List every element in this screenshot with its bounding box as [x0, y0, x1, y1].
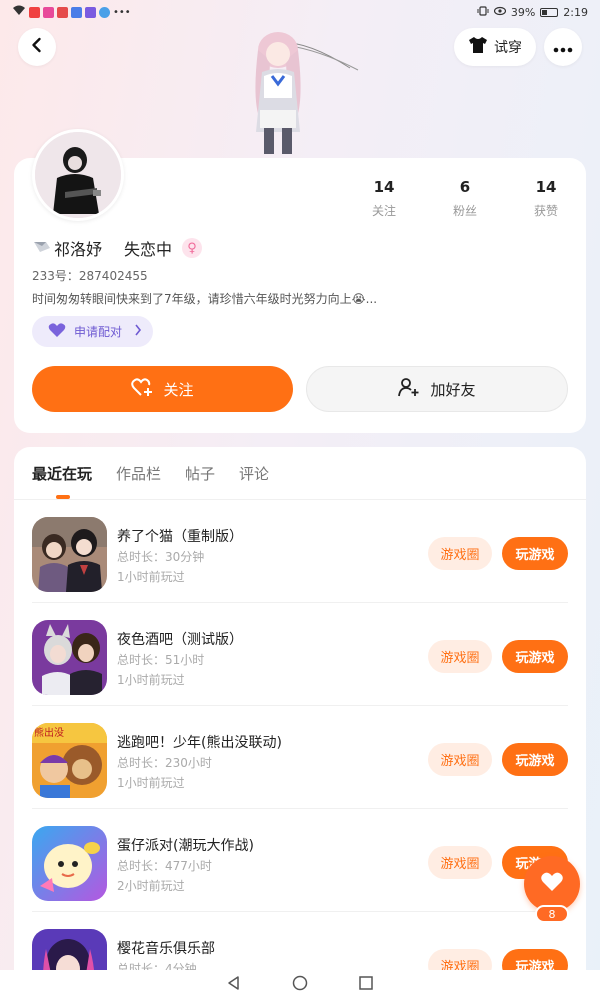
- app-notification-icon: [43, 6, 54, 18]
- tshirt-icon: [468, 36, 488, 58]
- profile-tabs: 最近在玩 作品栏 帖子 评论: [32, 463, 269, 484]
- tab-posts[interactable]: 帖子: [185, 463, 215, 484]
- vibrate-icon: [477, 5, 489, 19]
- user-id: 233号：287402455: [32, 269, 148, 283]
- game-icon[interactable]: [32, 517, 107, 592]
- level-badge-icon: [32, 238, 52, 258]
- tab-works[interactable]: 作品栏: [116, 463, 161, 484]
- game-duration: 总时长：51小时: [117, 653, 205, 667]
- game-last-played: 1小时前玩过: [117, 570, 185, 584]
- avatar[interactable]: [32, 129, 124, 221]
- game-duration: 总时长：30分钟: [117, 550, 205, 564]
- stat-label: 粉丝: [452, 204, 477, 218]
- games-card: 最近在玩 作品栏 帖子 评论 养了个猫（重制版） 总时长：30分钟 1小时前玩过…: [14, 447, 586, 1000]
- status-right: 39% 2:19: [477, 6, 588, 19]
- game-duration: 总时长：230小时: [117, 756, 212, 770]
- game-row[interactable]: 熊出没 逃跑吧！少年(熊出没联动) 总时长：230小时 1小时前玩过 游戏圈 玩…: [32, 706, 568, 809]
- play-game-button[interactable]: 玩游戏: [502, 537, 568, 570]
- game-last-played: 2小时前玩过: [117, 879, 185, 893]
- follow-label: 关注: [163, 380, 194, 399]
- add-friend-label: 加好友: [430, 380, 476, 399]
- chevron-right-icon: [134, 324, 142, 339]
- pair-request-button[interactable]: 申请配对: [32, 316, 153, 347]
- game-circle-button[interactable]: 游戏圈: [428, 537, 492, 570]
- game-row[interactable]: 蛋仔派对(潮玩大作战) 总时长：477小时 2小时前玩过 游戏圈 玩游戏: [32, 809, 568, 912]
- game-row[interactable]: 养了个猫（重制版） 总时长：30分钟 1小时前玩过 游戏圈 玩游戏: [32, 500, 568, 603]
- clock: 2:19: [563, 5, 588, 19]
- stat-value: 6: [459, 178, 471, 196]
- female-icon: ♀: [182, 238, 203, 258]
- nav-recents-icon[interactable]: [358, 975, 374, 995]
- follow-button[interactable]: 关注: [32, 366, 293, 412]
- user-mood: 失恋中: [124, 240, 173, 259]
- try-on-label: 试穿: [494, 40, 522, 56]
- chevron-left-icon: [29, 37, 45, 57]
- like-fab-button[interactable]: [524, 856, 580, 912]
- game-row[interactable]: 夜色酒吧（测试版） 总时长：51小时 1小时前玩过 游戏圈 玩游戏: [32, 603, 568, 706]
- user-name: 祁洛妤: [54, 240, 103, 259]
- game-icon[interactable]: 熊出没: [32, 723, 107, 798]
- battery-level: [542, 9, 548, 15]
- app-notification-icon: [71, 6, 82, 18]
- pair-label: 申请配对: [74, 325, 123, 339]
- heart-pair-icon: [48, 322, 66, 341]
- user-bio: 时间匆匆转眼间快来到了7年级，请珍惜六年级时光努力向上😭...: [32, 292, 378, 306]
- game-title: 樱花音乐俱乐部: [117, 941, 215, 957]
- game-title: 蛋仔派对(潮玩大作战): [117, 838, 254, 854]
- game-circle-button[interactable]: 游戏圈: [428, 743, 492, 776]
- add-friend-button[interactable]: 加好友: [306, 366, 568, 412]
- game-duration: 总时长：477小时: [117, 859, 212, 873]
- more-options-button[interactable]: [544, 28, 582, 66]
- game-icon[interactable]: [32, 826, 107, 901]
- stat-value: 14: [373, 178, 395, 196]
- stat-following[interactable]: 14 关注: [350, 178, 418, 219]
- app-notification-icon: [29, 6, 40, 18]
- game-last-played: 1小时前玩过: [117, 776, 185, 790]
- game-circle-button[interactable]: 游戏圈: [428, 640, 492, 673]
- wifi-icon: [12, 5, 26, 19]
- battery-percent: 39%: [510, 5, 536, 19]
- system-nav-bar: [0, 970, 600, 1000]
- game-title: 逃跑吧！少年(熊出没联动): [117, 735, 282, 751]
- play-game-button[interactable]: 玩游戏: [502, 640, 568, 673]
- play-game-button[interactable]: 玩游戏: [502, 743, 568, 776]
- more-dots-icon: [553, 38, 573, 57]
- game-circle-button[interactable]: 游戏圈: [428, 846, 492, 879]
- profile-stats: 14 关注 6 粉丝 14 获赞: [350, 178, 580, 219]
- stat-value: 14: [535, 178, 557, 196]
- back-button[interactable]: [18, 28, 56, 66]
- stat-label: 获赞: [533, 204, 558, 218]
- battery-icon: [540, 7, 559, 17]
- more-notifications-icon: •••: [113, 6, 131, 18]
- status-left: •••: [12, 5, 131, 19]
- game-title: 养了个猫（重制版）: [117, 529, 243, 545]
- nav-home-icon[interactable]: [292, 975, 308, 995]
- game-icon[interactable]: [32, 620, 107, 695]
- app-notification-icon: [99, 6, 110, 18]
- tab-comments[interactable]: 评论: [239, 463, 269, 484]
- stat-label: 关注: [371, 204, 396, 218]
- like-count-badge: 8: [535, 905, 569, 923]
- eye-comfort-icon: [493, 6, 506, 19]
- add-user-icon: [398, 377, 420, 401]
- game-icon-badge: 熊出没: [34, 726, 64, 739]
- stat-likes[interactable]: 14 获赞: [512, 178, 580, 219]
- stat-followers[interactable]: 6 粉丝: [431, 178, 499, 219]
- avatar-character[interactable]: [230, 20, 370, 160]
- game-last-played: 1小时前玩过: [117, 673, 185, 687]
- heart-icon: [540, 871, 564, 897]
- nav-back-icon[interactable]: [226, 975, 242, 995]
- app-notification-icon: [57, 6, 68, 18]
- heart-plus-icon: [131, 377, 153, 401]
- name-row: 祁洛妤 失恋中 ♀: [32, 236, 203, 260]
- try-on-button[interactable]: 试穿: [454, 28, 536, 66]
- game-title: 夜色酒吧（测试版）: [117, 632, 243, 648]
- tab-recently-played[interactable]: 最近在玩: [32, 463, 92, 484]
- app-notification-icon: [85, 6, 96, 18]
